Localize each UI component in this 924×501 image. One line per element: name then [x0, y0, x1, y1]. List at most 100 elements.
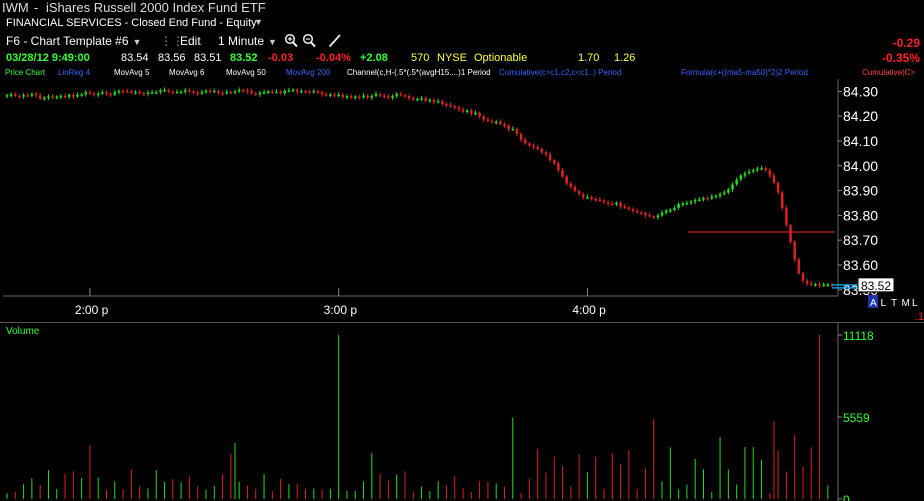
candle-body	[739, 175, 743, 180]
candle-body	[602, 200, 606, 203]
candle-body	[474, 112, 477, 115]
candle-body	[586, 197, 589, 199]
candle-body	[67, 94, 71, 97]
candle-body	[391, 95, 394, 98]
y-tick-label: 84.00	[843, 158, 878, 174]
candle-body	[47, 96, 50, 98]
study-formula[interactable]: Formula(c+((ma5-ma50)*2)2 Period	[681, 68, 808, 77]
quote-ask-size: 1.26	[614, 52, 636, 64]
chevron-down-icon[interactable]: ▼	[254, 17, 263, 27]
quote-bid-size: 1.70	[578, 52, 600, 64]
candle-body	[38, 95, 42, 99]
candle-body	[644, 213, 647, 215]
candle-body	[217, 90, 220, 93]
candle-body	[710, 196, 714, 199]
candle-body	[333, 94, 336, 96]
candle-body	[324, 94, 328, 96]
candle-body	[631, 209, 635, 211]
candle-body	[436, 101, 440, 103]
candle-body	[428, 99, 432, 102]
study-movavg-200[interactable]: MovAvg 200	[286, 68, 330, 77]
x-tick-label: 3:00 p	[324, 303, 358, 317]
candle-body	[640, 212, 643, 214]
candle-body	[155, 91, 158, 94]
candle-body	[432, 99, 436, 103]
candle-body	[677, 203, 680, 208]
candle-body	[366, 95, 369, 98]
candle-body	[511, 128, 515, 131]
candle-body	[573, 186, 577, 192]
edit-menu[interactable]: Edit	[180, 34, 201, 48]
security-description: iShares Russell 2000 Index Fund ETF	[46, 0, 266, 15]
study-channel[interactable]: Channel(c,H-(.5*(.5*(avgH15....)1 Period	[347, 68, 491, 77]
candle-body	[105, 92, 108, 94]
zoom-out-icon[interactable]	[302, 33, 316, 51]
candle-body	[656, 215, 660, 218]
candle-body	[320, 92, 324, 95]
study-linreg[interactable]: LinReg 4	[58, 68, 90, 77]
y-tick-label: 84.20	[843, 108, 878, 124]
study-cumulative-1[interactable]: Cumulative(c>c1,c2,c<c1..) Period	[499, 68, 621, 77]
candle-body	[387, 96, 390, 98]
study-price-chart[interactable]: Price Chart	[5, 68, 45, 77]
candle-body	[693, 200, 697, 202]
candle-body	[756, 168, 759, 171]
candle-body	[751, 170, 755, 172]
candle-body	[329, 94, 332, 96]
candle-body	[557, 163, 560, 171]
quote-tick: +2.08	[360, 52, 388, 64]
candle-body	[374, 93, 378, 96]
candle-body	[43, 97, 46, 100]
volume-chart[interactable]: Volume 11118 5559 0	[0, 323, 924, 501]
candle-body	[781, 192, 784, 208]
candle-body	[507, 125, 510, 130]
interval-dropdown[interactable]: 1 Minute ▼	[218, 34, 277, 48]
candle-body	[424, 98, 427, 101]
axis-flag: L	[912, 298, 918, 309]
price-chart[interactable]: 84.30 84.20 84.10 84.00 83.90 83.80 83.70 83.60…	[0, 79, 924, 322]
x-tick-label: 2:00 p	[75, 303, 109, 317]
candle-body	[229, 91, 233, 94]
candle-body	[399, 93, 403, 96]
candle-body	[478, 112, 481, 117]
study-movavg-50[interactable]: MovAvg 50	[226, 68, 266, 77]
candle-body	[271, 91, 274, 93]
candle-body	[652, 216, 655, 218]
quote-exchange: NYSE	[437, 52, 467, 64]
candle-body	[490, 120, 494, 123]
candle-body	[540, 148, 544, 153]
candle-body	[486, 119, 490, 121]
candle-body	[565, 176, 568, 184]
symbol-label[interactable]: IWM	[2, 0, 29, 15]
axis-flag: A	[870, 298, 877, 309]
candle-body	[167, 89, 170, 92]
candle-body	[113, 92, 117, 95]
candle-body	[523, 139, 527, 144]
candle-body	[623, 206, 626, 208]
candle-body	[461, 109, 465, 112]
template-dropdown[interactable]: F6 - Chart Template #6 ▼	[6, 34, 141, 48]
candle-body	[764, 168, 767, 171]
candle-body	[208, 90, 212, 93]
candle-body	[258, 92, 262, 95]
study-movavg-2[interactable]: MovAvg 6	[169, 68, 204, 77]
quote-bar: 03/28/12 9:49:00 83.54 83.56 83.51 83.52…	[0, 51, 924, 66]
candle-body	[225, 91, 228, 94]
study-cumulative-2[interactable]: Cumulative(C>	[862, 68, 915, 77]
candle-body	[453, 106, 456, 108]
candle-body	[441, 101, 444, 105]
candle-body	[718, 194, 722, 196]
candle-body	[407, 96, 411, 99]
candle-body	[345, 96, 349, 98]
study-movavg-1[interactable]: MovAvg 5	[114, 68, 149, 77]
candle-body	[561, 170, 564, 177]
pencil-icon[interactable]	[328, 33, 342, 51]
candle-body	[9, 94, 13, 96]
candle-body	[246, 90, 249, 92]
candle-body	[494, 121, 498, 124]
candle-body	[772, 175, 776, 183]
zoom-in-icon[interactable]	[284, 33, 298, 51]
sector-label[interactable]: FINANCIAL SERVICES - Closed End Fund - E…	[6, 17, 257, 29]
candle-body	[171, 91, 175, 94]
candle-body	[34, 93, 38, 96]
